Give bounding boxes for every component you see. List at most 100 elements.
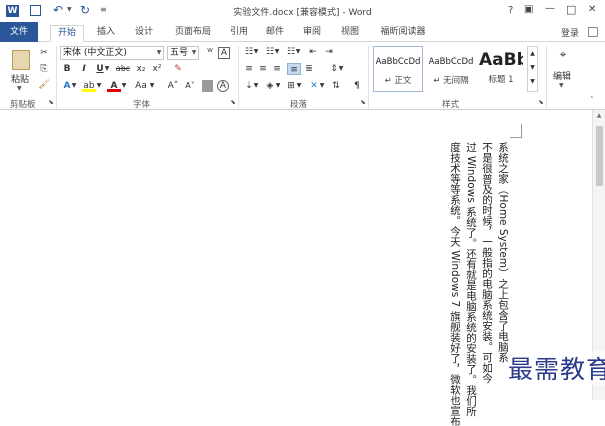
text-effects-dropdown-icon[interactable]: ▼ <box>71 80 77 92</box>
tab-insert[interactable]: 插入 <box>90 25 122 42</box>
subscript-button[interactable]: x₂ <box>134 63 148 75</box>
shrink-font-button[interactable]: A˅ <box>182 80 198 92</box>
font-name-combo[interactable]: 宋体 (中文正文) <box>60 46 164 60</box>
superscript-button[interactable]: x² <box>150 63 164 75</box>
font-group-label: 字体 <box>133 100 151 110</box>
decrease-indent-icon[interactable]: ⇤ <box>306 46 320 58</box>
grow-font-button[interactable]: A˄ <box>165 80 181 92</box>
document-line[interactable]: 系统之家（Home System）之上包含了电脑系 <box>497 142 509 363</box>
phonetic-guide-icon[interactable]: ᵂ <box>203 47 217 59</box>
style-normal[interactable]: AaBbCcDd ↵ 正文 <box>373 46 423 92</box>
change-case-dropdown-icon[interactable]: ▼ <box>149 80 155 92</box>
clipboard-group-label: 剪贴板 <box>10 100 36 110</box>
justify-icon[interactable]: ≡ <box>287 63 301 75</box>
tab-view[interactable]: 视图 <box>335 25 365 42</box>
styles-group-label: 样式 <box>442 100 460 110</box>
close-button[interactable]: ✕ <box>588 4 596 15</box>
binoculars-icon[interactable]: ⌖ <box>556 48 570 60</box>
tab-review[interactable]: 审阅 <box>297 25 327 42</box>
collapse-ribbon-icon[interactable]: ˄ <box>590 96 594 104</box>
title-bar: W ↶ ▼ ↻ ≡ 实验文件.docx [兼容模式] - Word ? ▣ — … <box>0 0 605 22</box>
scroll-up-icon[interactable]: ▲ <box>593 110 605 122</box>
maximize-button[interactable]: □ <box>566 3 576 16</box>
style-sample: AaBbCcDd <box>375 57 421 67</box>
help-button[interactable]: ? <box>508 5 513 16</box>
bullets-dropdown-icon[interactable]: ▼ <box>253 46 259 58</box>
tab-references[interactable]: 引用 <box>224 25 254 42</box>
separator <box>238 46 239 108</box>
change-case-button[interactable]: Aa <box>133 80 149 92</box>
paste-button[interactable]: 粘贴 <box>11 72 29 85</box>
font-name-dropdown-icon[interactable]: ▼ <box>154 47 164 59</box>
scroll-thumb[interactable] <box>595 126 603 186</box>
distributed-icon[interactable]: ≣ <box>302 63 316 75</box>
document-line[interactable]: 度技术等等系统。今天 Windows 7 旗舰装好了，微软也宣布 <box>449 142 461 426</box>
italic-button[interactable]: I <box>77 63 91 75</box>
style-sample: AaBbCcDd <box>428 57 474 67</box>
ribbon-display-button[interactable]: ▣ <box>524 4 533 15</box>
tab-home[interactable]: 开始 <box>50 25 84 42</box>
style-name: ↵ 无间隔 <box>433 76 469 86</box>
styles-scroll: ▲ ▼ ▼ <box>527 46 538 92</box>
enclose-characters-button[interactable]: A <box>217 80 229 92</box>
tab-file[interactable]: 文件 <box>0 22 38 42</box>
editing-dropdown-icon[interactable]: ▼ <box>559 82 564 89</box>
highlight-icon[interactable]: ab <box>82 80 96 92</box>
font-color-dropdown-icon[interactable]: ▼ <box>121 80 127 92</box>
cut-icon[interactable]: ✂ <box>37 47 51 59</box>
sort-icon[interactable]: ⇅ <box>329 80 343 92</box>
align-right-icon[interactable]: ≡ <box>270 63 284 75</box>
style-sample: AaBb <box>479 50 524 70</box>
copy-icon[interactable]: ⎘ <box>37 63 51 75</box>
document-area[interactable]: 系统之家（Home System）之上包含了电脑系 不是很普及的时候，一般指的电… <box>0 110 605 426</box>
separator <box>546 46 547 108</box>
multilevel-list-dropdown-icon[interactable]: ▼ <box>295 46 301 58</box>
tab-mailings[interactable]: 邮件 <box>260 25 290 42</box>
font-color-icon[interactable]: A <box>107 80 121 92</box>
separator <box>56 46 57 108</box>
show-marks-icon[interactable]: ¶ <box>350 80 364 92</box>
style-no-spacing[interactable]: AaBbCcDd ↵ 无间隔 <box>426 46 476 92</box>
format-painter-icon[interactable]: 🖌 <box>37 79 51 91</box>
account-avatar-icon[interactable] <box>588 27 598 37</box>
minimize-button[interactable]: — <box>545 3 555 14</box>
login-link[interactable]: 登录 <box>561 26 579 39</box>
ribbon-tabs: 文件 开始 插入 设计 页面布局 引用 邮件 审阅 视图 福昕阅读器 登录 <box>0 22 605 42</box>
bold-button[interactable]: B <box>60 63 74 75</box>
separator <box>368 46 369 108</box>
style-name: 标题 1 <box>488 75 514 85</box>
page-corner-mark <box>510 124 522 138</box>
character-shading-icon[interactable] <box>202 80 213 92</box>
align-center-icon[interactable]: ≡ <box>256 63 270 75</box>
ribbon: 粘贴 ▼ ✂ ⎘ 🖌 剪贴板 ⬊ 宋体 (中文正文) ▼ 五号 ▼ ᵂ A B … <box>0 42 605 110</box>
shading-dropdown-icon[interactable]: ▼ <box>275 80 281 92</box>
align-left-icon[interactable]: ≡ <box>242 63 256 75</box>
asian-layout-dropdown-icon[interactable]: ▼ <box>319 80 325 92</box>
tab-foxit-reader[interactable]: 福昕阅读器 <box>375 25 431 42</box>
character-border-icon[interactable]: A <box>218 47 230 59</box>
styles-more-icon[interactable]: ▼ <box>528 75 537 89</box>
tab-layout[interactable]: 页面布局 <box>168 25 218 42</box>
highlight-dropdown-icon[interactable]: ▼ <box>96 80 102 92</box>
paste-dropdown-icon[interactable]: ▼ <box>17 85 22 92</box>
editing-button[interactable]: 编辑 <box>553 69 571 82</box>
borders-dropdown-icon[interactable]: ▼ <box>296 80 302 92</box>
document-line[interactable]: 过 Windows 系统了。还有就是电脑系统的安装了。我们所 <box>465 142 477 416</box>
window-title: 实验文件.docx [兼容模式] - Word <box>233 8 372 18</box>
line-spacing-dropdown-icon[interactable]: ▼ <box>338 63 344 75</box>
text-direction-dropdown-icon[interactable]: ▼ <box>253 80 259 92</box>
paragraph-group-label: 段落 <box>290 100 308 110</box>
tab-design[interactable]: 设计 <box>128 25 160 42</box>
styles-down-icon[interactable]: ▼ <box>528 61 537 75</box>
font-size-dropdown-icon[interactable]: ▼ <box>189 47 199 59</box>
styles-up-icon[interactable]: ▲ <box>528 47 537 61</box>
underline-dropdown-icon[interactable]: ▼ <box>104 63 110 75</box>
paste-icon[interactable] <box>12 50 30 70</box>
style-heading-1[interactable]: AaBb 标题 1 <box>478 46 524 92</box>
style-name: ↵ 正文 <box>384 76 412 86</box>
document-line[interactable]: 不是很普及的时候，一般指的电脑系统安装。可如今 <box>481 142 493 384</box>
increase-indent-icon[interactable]: ⇥ <box>322 46 336 58</box>
strikethrough-button[interactable]: abc <box>114 63 132 75</box>
numbering-dropdown-icon[interactable]: ▼ <box>274 46 280 58</box>
clear-formatting-icon[interactable]: ✎ <box>171 63 185 75</box>
